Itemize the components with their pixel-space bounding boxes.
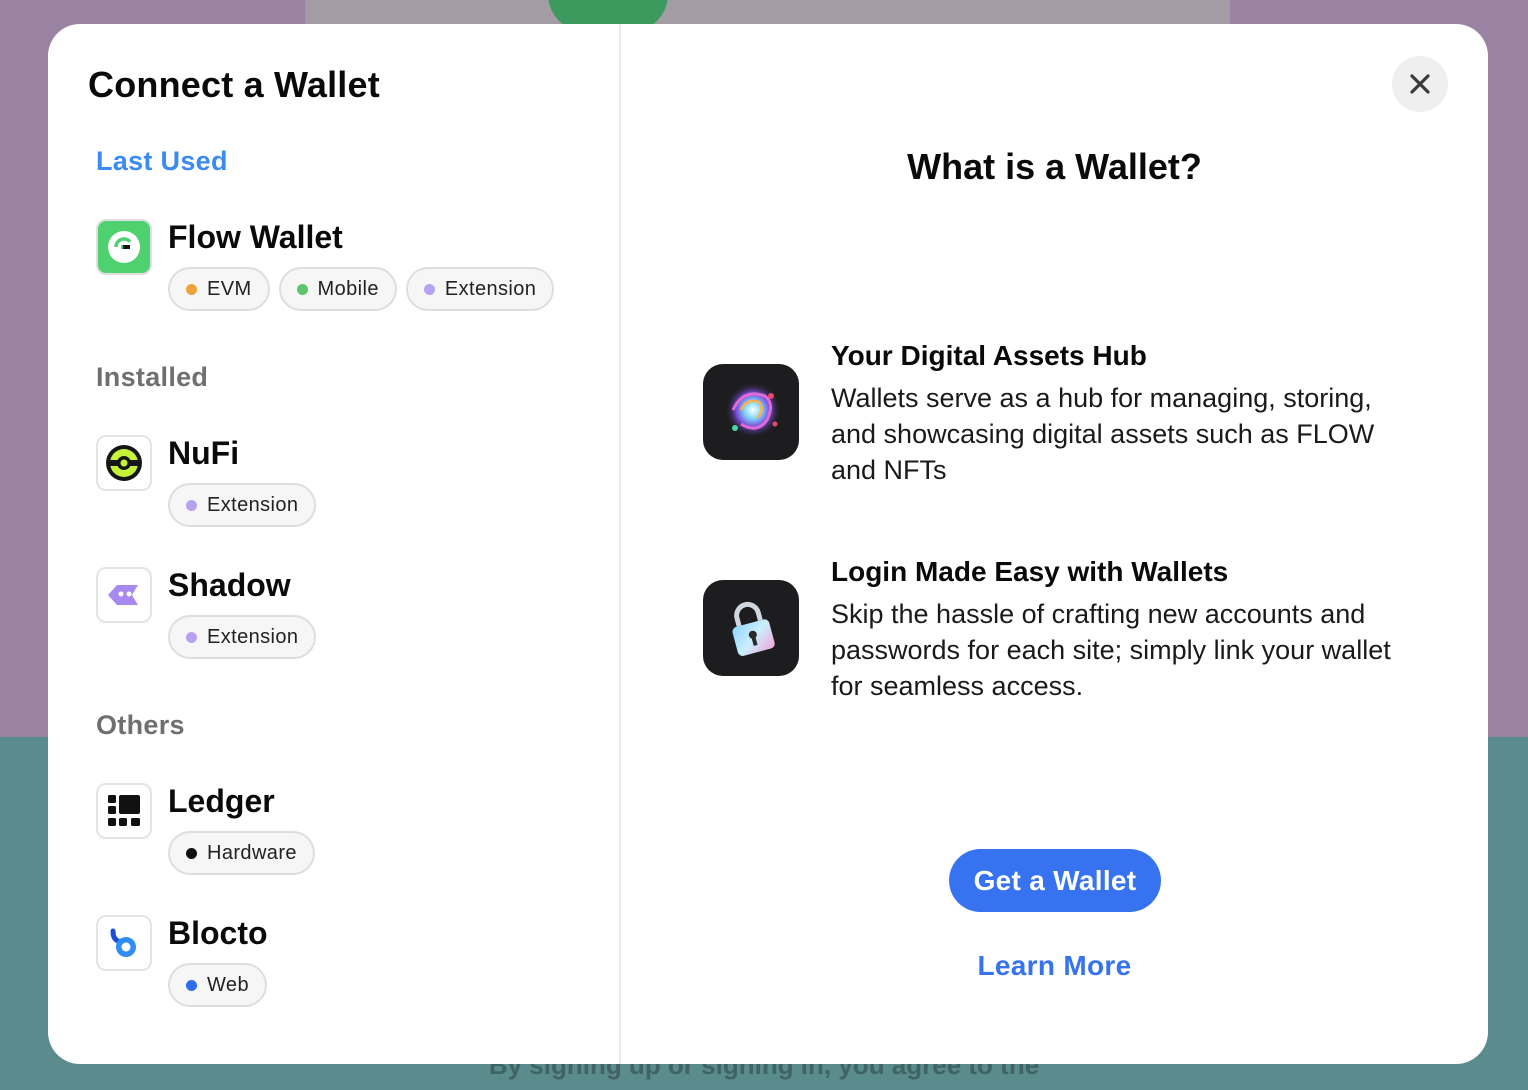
wallet-name: Flow Wallet (168, 219, 343, 255)
tag-extension: Extension (405, 267, 555, 311)
tag-evm: EVM (168, 267, 270, 311)
wallet-name: Blocto (168, 915, 268, 951)
padlock-icon (703, 580, 799, 676)
wallet-name: Shadow (168, 567, 291, 603)
feature-login-made-easy: Login Made Easy with Wallets Skip the ha… (703, 556, 1423, 704)
section-last-used: Last Used (96, 146, 228, 176)
flow-wallet-icon (96, 219, 152, 275)
modal-title: Connect a Wallet (88, 64, 380, 105)
tag-extension: Extension (168, 615, 317, 659)
wallet-name: Ledger (168, 783, 275, 819)
close-button[interactable] (1392, 56, 1448, 112)
feature-title: Login Made Easy with Wallets (831, 556, 1229, 587)
section-installed: Installed (96, 362, 209, 392)
ledger-icon (96, 783, 152, 839)
feature-description: Wallets serve as a hub for managing, sto… (831, 383, 1375, 485)
wallet-item-flow-wallet[interactable]: Flow Wallet EVM Mobile Extension (96, 219, 555, 311)
feature-title: Your Digital Assets Hub (831, 340, 1147, 371)
get-a-wallet-button[interactable]: Get a Wallet (949, 849, 1161, 912)
section-others: Others (96, 710, 185, 740)
wallet-info-panel: What is a Wallet? Your Digital Assets Hu… (621, 24, 1488, 1064)
tag-web: Web (168, 963, 267, 1007)
wallet-list-panel: Connect a Wallet Last Used Flow Wallet E… (48, 24, 621, 1064)
wallet-item-nufi[interactable]: NuFi Extension (96, 435, 317, 527)
feature-description: Skip the hassle of crafting new accounts… (831, 599, 1391, 701)
learn-more-link[interactable]: Learn More (621, 950, 1488, 982)
tag-mobile: Mobile (278, 267, 397, 311)
feature-digital-assets-hub: Your Digital Assets Hub Wallets serve as… (703, 340, 1423, 488)
connect-wallet-modal: Connect a Wallet Last Used Flow Wallet E… (48, 24, 1488, 1064)
tag-extension: Extension (168, 483, 317, 527)
nufi-icon (96, 435, 152, 491)
blocto-icon (96, 915, 152, 971)
wallet-item-shadow[interactable]: Shadow Extension (96, 567, 317, 659)
close-icon (1410, 74, 1430, 94)
wallet-item-ledger[interactable]: Ledger Hardware (96, 783, 315, 875)
tag-hardware: Hardware (168, 831, 315, 875)
wallet-item-blocto[interactable]: Blocto Web (96, 915, 268, 1007)
galaxy-icon (703, 364, 799, 460)
info-title: What is a Wallet? (907, 146, 1202, 187)
wallet-name: NuFi (168, 435, 240, 471)
shadow-icon (96, 567, 152, 623)
